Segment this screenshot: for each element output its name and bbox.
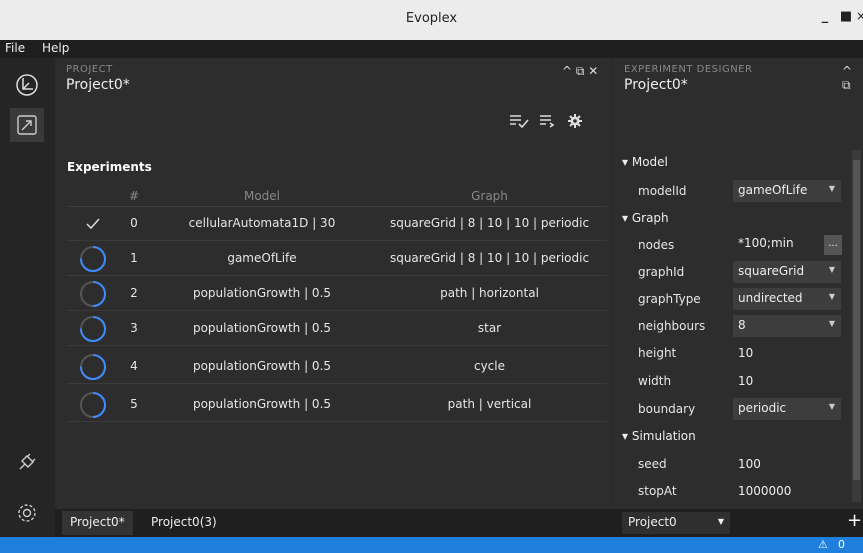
- table-row[interactable]: 5 populationGrowth | 0.5 path | vertical: [67, 388, 607, 422]
- window-title: Evoplex: [405, 11, 458, 26]
- project-panel-controls[interactable]: ^ ⧉ ✕: [562, 64, 598, 79]
- col-model-header: Model: [243, 189, 281, 203]
- tab-project0-star[interactable]: Project0*: [62, 511, 133, 535]
- height-input[interactable]: 10: [733, 343, 818, 365]
- warning-icon[interactable]: ⚠: [818, 538, 828, 551]
- label-seed: seed: [638, 457, 667, 471]
- boundary-select[interactable]: periodic ▼: [733, 398, 841, 420]
- designer-panel-controls[interactable]: ^ ⧉: [842, 64, 863, 93]
- section-model[interactable]: ▾ Model: [622, 155, 668, 169]
- progress-ring-icon[interactable]: [79, 315, 107, 343]
- cell-graph: squareGrid | 8 | 10 | 10 | periodic: [389, 251, 590, 265]
- table-row[interactable]: 3 populationGrowth | 0.5 star: [67, 312, 607, 346]
- designer-caption: EXPERIMENT DESIGNER: [624, 64, 753, 75]
- designer-project-select[interactable]: Project0 ▼: [622, 512, 730, 534]
- table-row[interactable]: 4 populationGrowth | 0.5 cycle: [67, 350, 607, 384]
- cell-graph: squareGrid | 8 | 10 | 10 | periodic: [389, 216, 590, 230]
- queue-icon[interactable]: [539, 114, 555, 132]
- nodes-input[interactable]: *100;min: [733, 233, 818, 255]
- progress-ring-icon[interactable]: [79, 391, 107, 419]
- graphId-select[interactable]: squareGrid ▼: [733, 261, 841, 283]
- designer-scrollbar[interactable]: [852, 150, 861, 502]
- table-row[interactable]: 0 cellularAutomata1D | 30 squareGrid | 8…: [67, 207, 607, 241]
- cell-graph: star: [477, 321, 502, 335]
- cell-index: 3: [130, 321, 138, 335]
- label-height: height: [638, 346, 677, 360]
- gear-icon[interactable]: [568, 114, 582, 132]
- col-graph-header: Graph: [471, 189, 508, 203]
- window-titlebar: Evoplex _ ■ ×: [0, 0, 863, 40]
- cell-model: gameOfLife: [227, 251, 297, 265]
- cell-model: populationGrowth | 0.5: [192, 359, 332, 373]
- graphType-select[interactable]: undirected ▼: [733, 288, 841, 310]
- cell-index: 1: [130, 251, 138, 265]
- minimize-button[interactable]: _: [815, 9, 835, 31]
- label-graphId: graphId: [638, 265, 685, 279]
- checkmark-icon[interactable]: [79, 210, 107, 238]
- cell-model: populationGrowth | 0.5: [192, 397, 332, 411]
- scrollbar-thumb[interactable]: [853, 160, 860, 480]
- cell-model: cellularAutomata1D | 30: [188, 216, 336, 230]
- tab-project0-3[interactable]: Project0(3): [143, 511, 225, 535]
- project-caption: PROJECT: [66, 64, 113, 75]
- chevron-down-icon: ▼: [717, 517, 724, 526]
- designer-title: Project0*: [624, 77, 688, 93]
- section-graph[interactable]: ▾ Graph: [622, 211, 669, 225]
- cell-index: 5: [130, 397, 138, 411]
- col-index-header: #: [129, 189, 140, 203]
- settings-icon[interactable]: [10, 496, 44, 530]
- label-stopAt: stopAt: [638, 484, 677, 498]
- label-neighbours: neighbours: [638, 319, 706, 333]
- label-modelId: modelId: [638, 184, 687, 198]
- seed-input[interactable]: 100: [733, 454, 818, 476]
- neighbours-select[interactable]: 8 ▼: [733, 315, 841, 337]
- cell-index: 4: [130, 359, 138, 373]
- menu-file[interactable]: File: [5, 41, 25, 55]
- graph-axes-icon[interactable]: [10, 68, 44, 102]
- width-input[interactable]: 10: [733, 371, 818, 393]
- run-all-icon[interactable]: [509, 114, 529, 132]
- project-title: Project0*: [66, 77, 130, 93]
- section-simulation[interactable]: ▾ Simulation: [622, 429, 696, 443]
- menubar: File Help: [0, 40, 863, 58]
- progress-ring-icon[interactable]: [79, 280, 107, 308]
- chevron-down-icon: ▼: [828, 402, 835, 411]
- label-width: width: [638, 374, 672, 388]
- label-boundary: boundary: [638, 402, 696, 416]
- progress-ring-icon[interactable]: [79, 353, 107, 381]
- plugin-icon[interactable]: [10, 445, 44, 479]
- add-button[interactable]: +: [847, 510, 862, 531]
- progress-ring-icon[interactable]: [79, 245, 107, 273]
- nodes-browse-button[interactable]: ...: [824, 235, 842, 255]
- chevron-down-icon: ▼: [828, 319, 835, 328]
- modelId-select[interactable]: gameOfLife ▼: [733, 180, 841, 202]
- experiments-label: Experiments: [67, 160, 152, 174]
- menu-help[interactable]: Help: [42, 41, 69, 55]
- cell-index: 2: [130, 286, 138, 300]
- status-bar: ⚠ 0: [0, 537, 863, 553]
- chevron-down-icon: ▼: [828, 265, 835, 274]
- label-graphType: graphType: [638, 292, 701, 306]
- cell-model: populationGrowth | 0.5: [192, 286, 332, 300]
- warning-count: 0: [838, 538, 845, 551]
- cell-graph: path | horizontal: [440, 286, 539, 300]
- chevron-down-icon: ▼: [828, 184, 835, 193]
- cell-model: populationGrowth | 0.5: [192, 321, 332, 335]
- cell-graph: path | vertical: [447, 397, 532, 411]
- cell-index: 0: [130, 216, 138, 230]
- rocket-icon[interactable]: [10, 108, 44, 142]
- table-row[interactable]: 2 populationGrowth | 0.5 path | horizont…: [67, 277, 607, 311]
- close-window-button[interactable]: ×: [851, 9, 863, 31]
- chevron-down-icon: ▼: [828, 292, 835, 301]
- cell-graph: cycle: [473, 359, 505, 373]
- label-nodes: nodes: [638, 238, 675, 252]
- stopAt-input[interactable]: 1000000: [733, 481, 818, 503]
- left-sidebar: [0, 58, 55, 537]
- table-row[interactable]: 1 gameOfLife squareGrid | 8 | 10 | 10 | …: [67, 242, 607, 276]
